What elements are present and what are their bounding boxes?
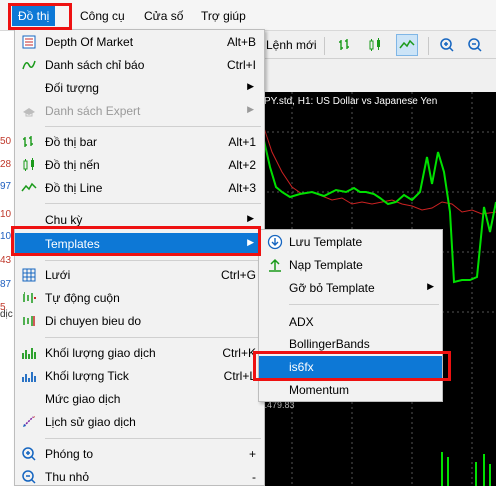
menu-cong-cu[interactable]: Công cụ	[74, 6, 131, 26]
menu-do-thi[interactable]: Đồ thị	[12, 6, 56, 26]
price-value: 50	[0, 136, 12, 147]
menu-divider	[45, 438, 261, 439]
menu-item-bar-chart[interactable]: Đồ thị bar Alt+1	[15, 131, 264, 153]
menu-item-volumes[interactable]: Khối lượng giao dịch Ctrl+K	[15, 342, 264, 364]
menu-cua-so[interactable]: Cửa số	[138, 6, 189, 26]
new-order-button[interactable]: Lệnh mới	[266, 38, 317, 52]
candle-chart-icon[interactable]	[364, 34, 386, 56]
menu-divider	[45, 203, 261, 204]
menu-item-templates[interactable]: Templates ▶	[15, 233, 264, 255]
submenu-arrow-icon: ▶	[247, 104, 254, 114]
price-value: dịc	[0, 309, 13, 320]
submenu-arrow-icon: ▶	[247, 213, 254, 223]
submenu-arrow-icon: ▶	[427, 281, 434, 291]
price-value: 10	[0, 231, 12, 242]
bar-chart-icon	[21, 134, 37, 150]
expert-hat-icon	[21, 103, 37, 119]
price-value: 10	[0, 209, 12, 220]
menu-bar: Đồ thị Công cụ Cửa số Trợ giúp	[0, 0, 496, 31]
menu-divider	[45, 126, 261, 127]
zoom-out-icon	[21, 469, 37, 485]
trade-history-icon	[21, 414, 37, 430]
templates-submenu: Lưu Template Nạp Template Gỡ bỏ Template…	[258, 229, 443, 402]
submenu-arrow-icon: ▶	[247, 237, 254, 247]
menu-item-zoom-in[interactable]: Phóng to +	[15, 443, 264, 465]
menu-item-auto-scroll[interactable]: Tự động cuộn	[15, 287, 264, 309]
submenu-item-template[interactable]: BollingerBands	[259, 333, 442, 355]
menu-item-period[interactable]: Chu kỳ ▶	[15, 209, 264, 231]
menu-item-line-chart[interactable]: Đồ thị Line Alt+3	[15, 177, 264, 199]
submenu-item-template[interactable]: Momentum	[259, 379, 442, 401]
price-value: 97	[0, 181, 12, 192]
menu-item-objects[interactable]: Đối tượng ▶	[15, 77, 264, 99]
save-template-icon	[267, 234, 283, 250]
depth-of-market-icon	[21, 34, 37, 50]
toolbar-separator	[324, 37, 325, 55]
price-value: 28	[0, 159, 12, 170]
chart-menu-dropdown: Depth Of Market Alt+B Danh sách chỉ báo …	[14, 29, 265, 486]
submenu-arrow-icon: ▶	[247, 81, 254, 91]
line-chart-icon[interactable]	[396, 34, 418, 56]
tick-volume-icon	[21, 368, 37, 384]
menu-item-tick-volume[interactable]: Khối lượng Tick Ctrl+L	[15, 365, 264, 387]
auto-scroll-icon	[21, 290, 37, 306]
submenu-item-remove-template[interactable]: Gỡ bỏ Template ▶	[259, 277, 442, 299]
load-template-icon	[267, 257, 283, 273]
menu-item-chart-shift[interactable]: Di chuyen bieu do	[15, 310, 264, 332]
bar-chart-icon[interactable]	[334, 34, 356, 56]
chart-toolbar: Lệnh mới	[262, 31, 496, 59]
menu-tro-giup[interactable]: Trợ giúp	[195, 6, 252, 26]
indicator-list-icon	[21, 57, 37, 73]
volumes-icon	[21, 345, 37, 361]
menu-divider	[45, 337, 261, 338]
menu-item-grid[interactable]: Lưới Ctrl+G	[15, 264, 264, 286]
menu-item-trade-history[interactable]: Lịch sử giao dịch	[15, 411, 264, 433]
chart-title: PY.std, H1: US Dollar vs Japanese Yen	[264, 96, 438, 107]
submenu-item-template-selected[interactable]: is6fx	[259, 356, 442, 378]
submenu-item-load-template[interactable]: Nạp Template	[259, 254, 442, 276]
menu-item-trade-levels[interactable]: Mức giao dịch	[15, 388, 264, 410]
zoom-out-icon[interactable]	[464, 34, 486, 56]
zoom-in-icon	[21, 446, 37, 462]
menu-item-zoom-out[interactable]: Thu nhỏ -	[15, 466, 264, 486]
grid-icon	[21, 267, 37, 283]
chart-shift-icon	[21, 313, 37, 329]
menu-item-expert-list: Danh sách Expert ▶	[15, 100, 264, 122]
candle-chart-icon	[21, 157, 37, 173]
submenu-item-template[interactable]: ADX	[259, 311, 442, 333]
menu-item-candle-chart[interactable]: Đồ thị nến Alt+2	[15, 154, 264, 176]
price-value: 43	[0, 255, 12, 266]
submenu-item-save-template[interactable]: Lưu Template	[259, 231, 442, 253]
menu-item-indicator-list[interactable]: Danh sách chỉ báo Ctrl+I	[15, 54, 264, 76]
line-chart-icon	[21, 180, 37, 196]
price-value: 87	[0, 279, 12, 290]
menu-divider	[45, 260, 261, 261]
menu-item-depth-of-market[interactable]: Depth Of Market Alt+B	[15, 31, 264, 53]
toolbar-separator	[428, 37, 429, 55]
menu-divider	[289, 304, 439, 305]
zoom-in-icon[interactable]	[436, 34, 458, 56]
